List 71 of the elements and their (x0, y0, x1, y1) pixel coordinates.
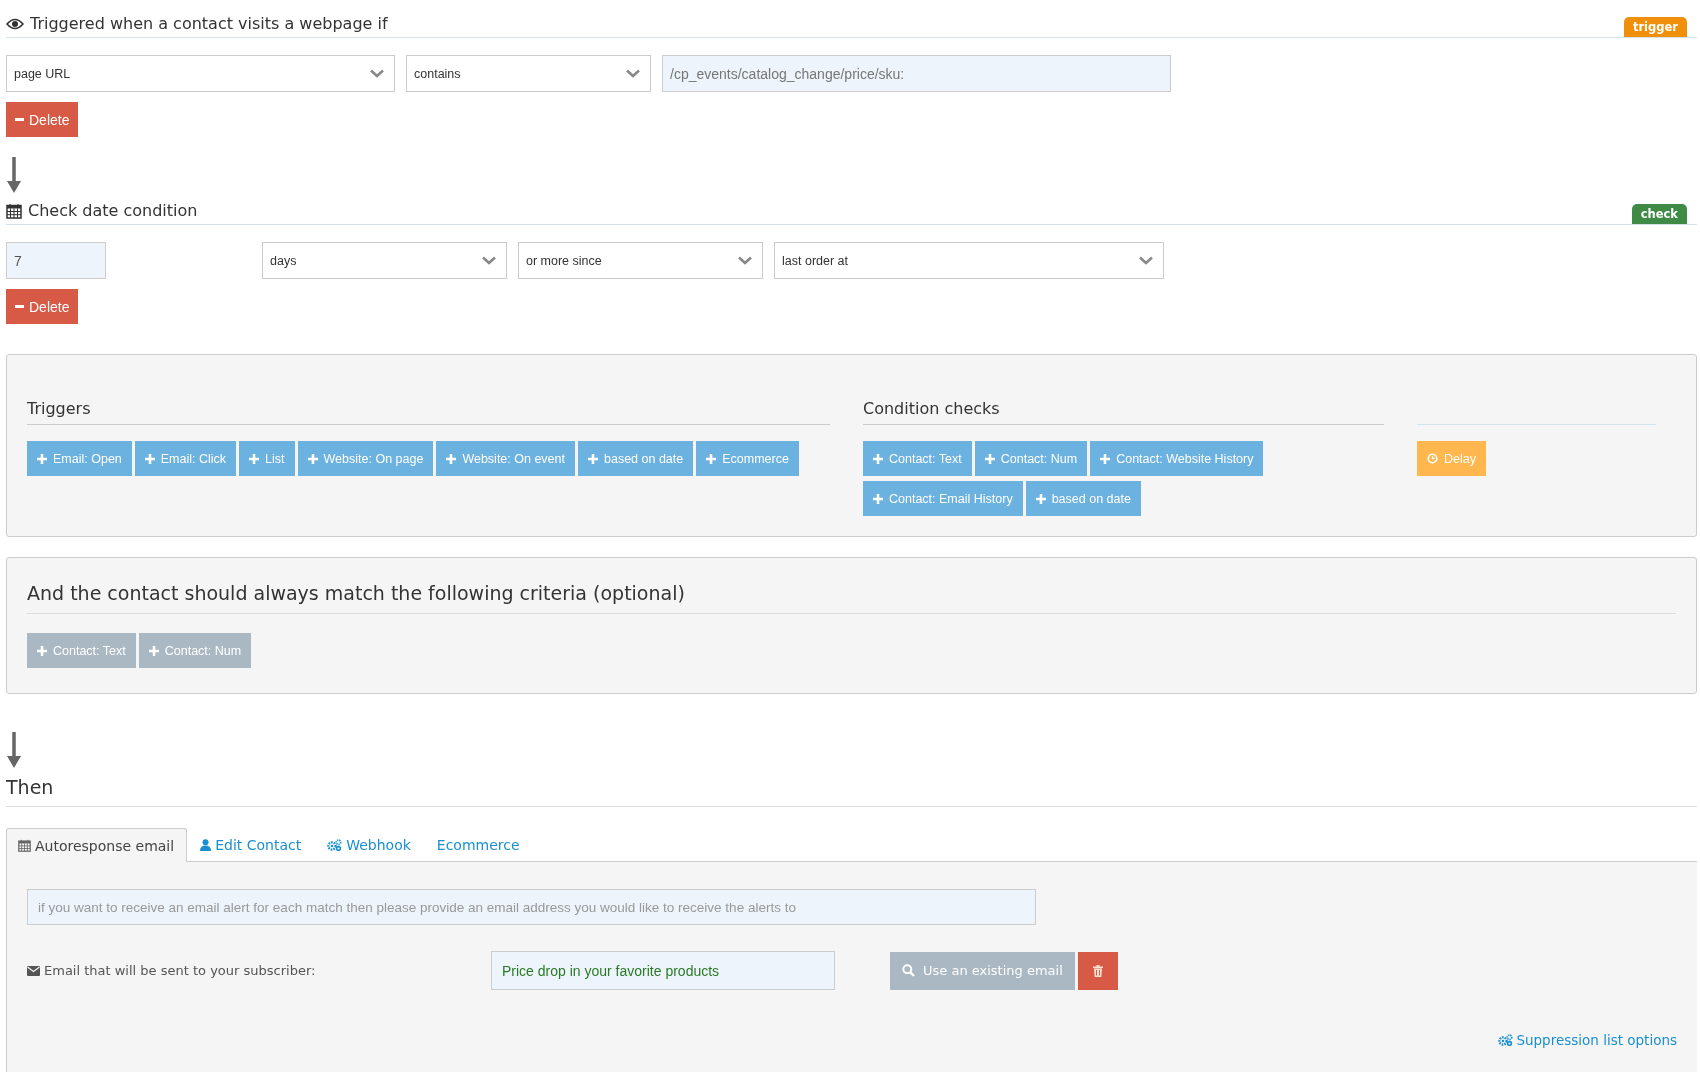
plus-icon (984, 453, 995, 464)
delay-button[interactable]: Delay (1417, 441, 1486, 476)
subject-field[interactable]: Price drop in your favorite products (491, 951, 835, 990)
chevron-down-icon (626, 69, 640, 78)
dropdown[interactable]: last order at (774, 242, 1164, 279)
dropdown[interactable]: page URL (6, 55, 395, 92)
tab[interactable]: Ecommerce (423, 828, 533, 861)
dropdown[interactable]: contains (406, 55, 651, 92)
then-title: Then (6, 776, 54, 798)
plus-icon (37, 453, 47, 464)
add-button[interactable]: Email: Click (134, 441, 237, 476)
tab[interactable]: Autoresponse email (6, 828, 188, 862)
gears-icon (1498, 1034, 1514, 1046)
plus-icon (249, 453, 260, 464)
search-icon (902, 964, 915, 977)
input-field[interactable]: 7 (6, 242, 106, 279)
plus-icon (37, 645, 47, 656)
plus-icon (148, 645, 159, 656)
input-field[interactable]: /cp_events/catalog_change/price/sku: (662, 55, 1171, 92)
use-existing-button[interactable]: Use an existing email (890, 951, 1075, 990)
section-title: Triggers (27, 399, 91, 418)
tab[interactable]: Edit Contact (187, 828, 315, 861)
suppression-link[interactable]: Suppression list options (1498, 1032, 1677, 1048)
step-title: Check date condition (28, 201, 198, 220)
chevron-down-icon (1139, 256, 1153, 265)
down-arrow-icon (7, 157, 21, 193)
criteria-title: And the contact should always match the following criteria (optional) (27, 582, 685, 604)
plus-icon (588, 453, 598, 464)
envelope-icon (27, 965, 40, 976)
add-button[interactable]: Contact: Website History (1090, 441, 1264, 476)
trash-button[interactable] (1077, 951, 1118, 990)
alert-email-field[interactable]: if you want to receive an email alert for each match then please provide an email address you would like to receive the alerts to (27, 889, 1036, 925)
plus-icon (1100, 453, 1111, 464)
add-button[interactable]: Ecommerce (696, 441, 799, 476)
plus-icon (873, 453, 883, 464)
subscriber-label: Email that will be sent to your subscriber: (44, 963, 316, 978)
calendar-icon (6, 202, 22, 219)
step-title: Triggered when a contact visits a webpage if (30, 14, 388, 33)
step-badge: trigger (1623, 17, 1687, 37)
down-arrow-icon (7, 732, 21, 768)
tab[interactable]: Webhook (314, 828, 424, 861)
plus-icon (144, 453, 155, 464)
delete-button[interactable]: Delete (6, 102, 79, 137)
add-button[interactable]: Contact: Email History (863, 481, 1023, 516)
step-badge: check (1631, 204, 1687, 224)
dropdown[interactable]: days (262, 242, 507, 279)
chevron-down-icon (738, 256, 752, 265)
add-button[interactable]: based on date (1025, 481, 1141, 516)
section-title: Condition checks (863, 399, 1000, 418)
chevron-down-icon (370, 69, 384, 78)
add-button[interactable]: Contact: Num (974, 441, 1088, 476)
chevron-down-icon (482, 256, 496, 265)
user-icon (200, 839, 212, 851)
delete-button[interactable]: Delete (6, 289, 79, 324)
add-button[interactable]: Email: Open (27, 441, 132, 476)
add-button[interactable]: Contact: Text (863, 441, 972, 476)
add-button[interactable]: Website: On event (436, 441, 575, 476)
eye-icon (6, 17, 24, 30)
add-button[interactable]: based on date (578, 441, 694, 476)
add-button[interactable]: Website: On page (297, 441, 434, 476)
dropdown[interactable]: or more since (518, 242, 763, 279)
gears-icon (327, 839, 343, 851)
plus-icon (307, 453, 318, 464)
clock-icon (1427, 453, 1438, 464)
plus-icon (1035, 493, 1046, 504)
add-button[interactable]: List (239, 441, 295, 476)
plus-icon (446, 453, 457, 464)
plus-icon (873, 493, 883, 504)
plus-icon (706, 453, 717, 464)
trash-icon (1092, 964, 1103, 977)
calendar-icon (18, 839, 31, 852)
